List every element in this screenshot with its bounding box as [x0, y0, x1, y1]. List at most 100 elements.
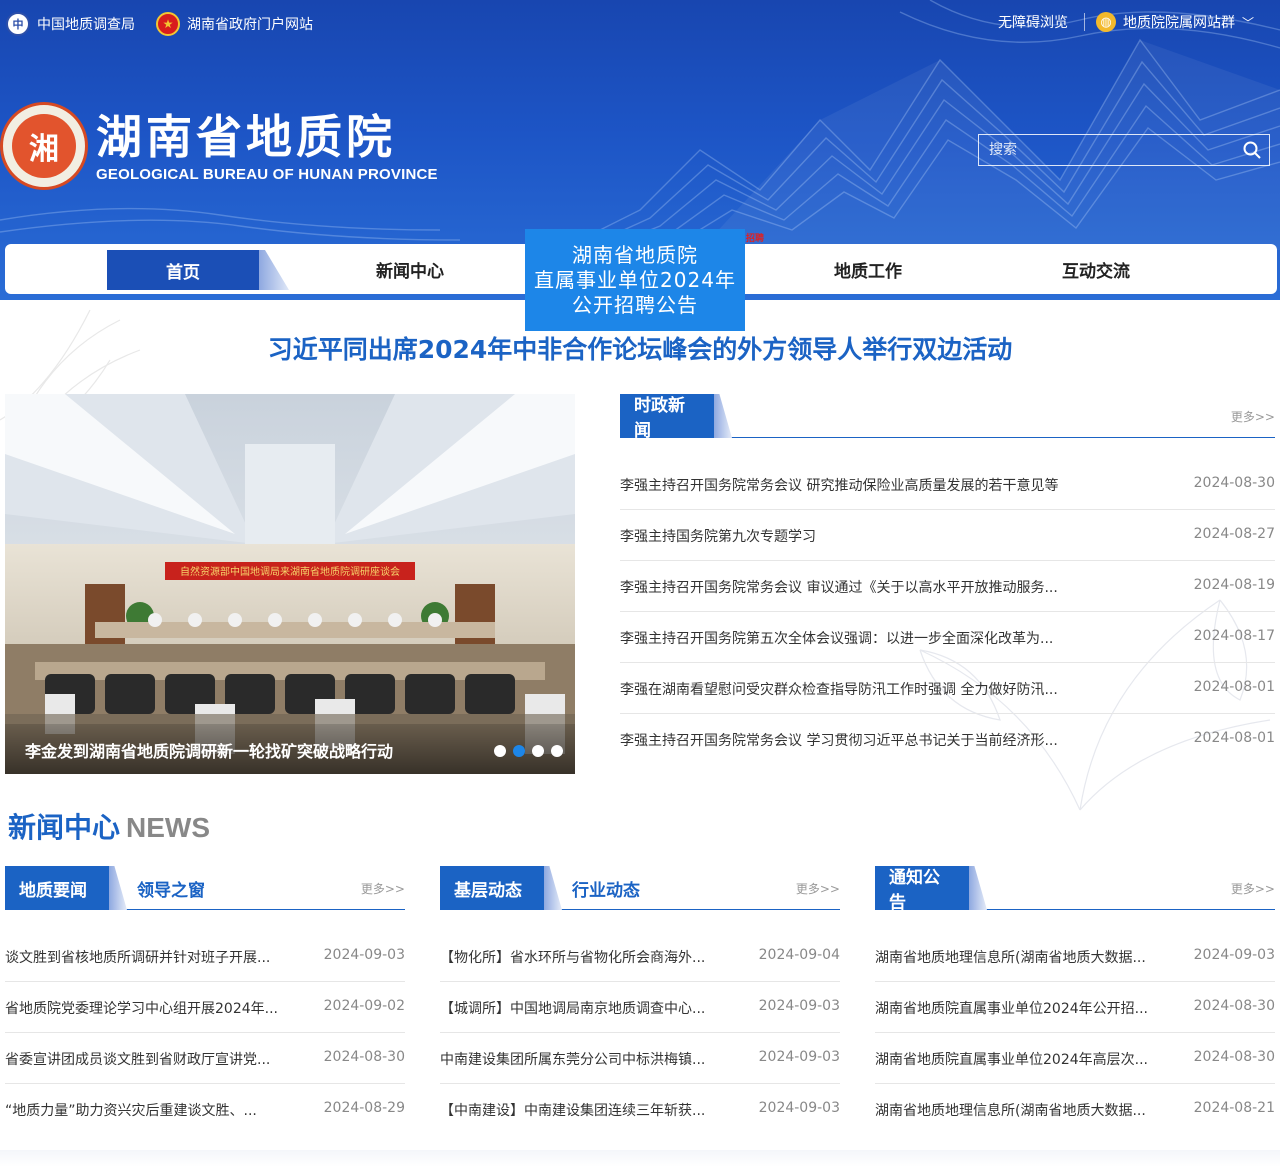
list-item[interactable]: 李强主持召开国务院常务会议 研究推动保险业高质量发展的若干意见等 2024-08… — [620, 459, 1275, 510]
top-headline[interactable]: 习近平同出席2024年中非合作论坛峰会的外方领导人举行双边活动 — [0, 330, 1280, 366]
grassroots-news-header: 基层动态 行业动态 更多>> — [440, 866, 840, 910]
notices-more-link[interactable]: 更多>> — [1231, 880, 1275, 897]
news-title: 【物化所】省水环所与省物化所会商海外... — [440, 950, 706, 966]
news-slideshow[interactable]: 自然资源部中国地调局来湖南省地质院调研座谈会 李金发到湖南省地质院调研新一轮找矿… — [5, 394, 575, 774]
national-emblem-icon: ★ — [156, 12, 180, 36]
top-bar: 中 中国地质调查局 ★ 湖南省政府门户网站 无障碍浏览 ◍ 地质院院属网站群 ﹀ — [0, 0, 1280, 46]
nav-active-slant — [259, 250, 289, 290]
list-item[interactable]: 湖南省地质院直属事业单位2024年高层次... 2024-08-30 — [875, 1033, 1275, 1084]
slide-dot-4[interactable] — [551, 745, 563, 757]
list-item[interactable]: 李强主持召开国务院常务会议 审议通过《关于以高水平开放推动服务... 2024-… — [620, 561, 1275, 612]
grassroots-news-more-link[interactable]: 更多>> — [796, 880, 840, 897]
news-title: 【城调所】中国地调局南京地质调查中心... — [440, 1001, 706, 1017]
tab-slant — [714, 394, 732, 438]
list-item[interactable]: “地质力量”助力资兴灾后重建谈文胜、... 2024-08-29 — [5, 1084, 405, 1135]
geology-news-header: 地质要闻 领导之窗 更多>> — [5, 866, 405, 910]
bureau-emblem-glyph: 湘 — [12, 114, 76, 178]
news-date: 2024-08-30 — [323, 1049, 405, 1065]
recruitment-popup[interactable]: 湖南省地质院 直属事业单位2024年 公开招聘公告 — [525, 229, 745, 331]
news-date: 2024-09-02 — [323, 998, 405, 1014]
list-item[interactable]: 李强在湖南看望慰问受灾群众检查指导防汛工作时强调 全力做好防汛... 2024-… — [620, 663, 1275, 714]
news-title: 湖南省地质院直属事业单位2024年公开招... — [875, 1001, 1148, 1017]
cgs-link-label: 中国地质调查局 — [37, 17, 135, 33]
news-title: 李强主持召开国务院常务会议 研究推动保险业高质量发展的若干意见等 — [620, 478, 1059, 494]
tab-grassroots-news[interactable]: 基层动态 — [440, 866, 544, 910]
search-button[interactable] — [1235, 135, 1269, 165]
notices-header: 通知公告 更多>> — [875, 866, 1275, 913]
tab-notices[interactable]: 通知公告 — [875, 866, 969, 913]
news-date: 2024-09-03 — [1193, 947, 1275, 963]
list-item[interactable]: 李强主持召开国务院常务会议 学习贯彻习近平总书记关于当前经济形... 2024-… — [620, 714, 1275, 765]
slide-dot-1[interactable] — [494, 745, 506, 757]
news-title: 湖南省地质院直属事业单位2024年高层次... — [875, 1052, 1148, 1068]
nav-home[interactable]: 首页 — [107, 250, 259, 290]
hunan-gov-link[interactable]: ★ 湖南省政府门户网站 — [156, 12, 313, 36]
list-item[interactable]: 【城调所】中国地调局南京地质调查中心... 2024-09-03 — [440, 982, 840, 1033]
list-item[interactable]: 李强主持召开国务院第五次全体会议强调：以进一步全面深化改革为... 2024-0… — [620, 612, 1275, 663]
list-item[interactable]: 【中南建设】中南建设集团连续三年斩获... 2024-09-03 — [440, 1084, 840, 1135]
news-date: 2024-08-19 — [1193, 577, 1275, 593]
news-date: 2024-08-30 — [1193, 475, 1275, 491]
recruitment-line-3: 公开招聘公告 — [572, 293, 698, 317]
site-group-dropdown[interactable]: ◍ 地质院院属网站群 ﹀ — [1096, 12, 1254, 32]
list-item[interactable]: 谈文胜到省核地质所调研并针对班子开展... 2024-09-03 — [5, 931, 405, 982]
news-date: 2024-09-03 — [323, 947, 405, 963]
slide-dots — [494, 745, 563, 757]
tab-geology-news[interactable]: 地质要闻 — [5, 866, 109, 910]
news-title: 谈文胜到省核地质所调研并针对班子开展... — [5, 950, 271, 966]
news-date: 2024-09-03 — [758, 1049, 840, 1065]
nav-interaction[interactable]: 互动交流 — [1021, 244, 1171, 294]
site-logo[interactable]: 湘 湖南省地质院 GEOLOGICAL BUREAU OF HUNAN PROV… — [0, 102, 438, 190]
news-date: 2024-08-27 — [1193, 526, 1275, 542]
accessibility-label: 无障碍浏览 — [998, 15, 1068, 31]
search-box — [978, 134, 1270, 166]
logo-english-name: GEOLOGICAL BUREAU OF HUNAN PROVINCE — [96, 165, 438, 183]
cgs-link[interactable]: 中 中国地质调查局 — [6, 12, 135, 36]
list-item[interactable]: 湖南省地质地理信息所(湖南省地质大数据... 2024-08-21 — [875, 1084, 1275, 1135]
news-date: 2024-09-04 — [758, 947, 840, 963]
news-title: 李强主持国务院第九次专题学习 — [620, 529, 816, 545]
tab-slant — [109, 866, 127, 910]
topbar-divider — [1084, 13, 1085, 31]
current-news-more-link[interactable]: 更多>> — [1231, 408, 1275, 425]
news-date: 2024-09-03 — [758, 1100, 840, 1116]
nav-news-center[interactable]: 新闻中心 — [335, 244, 485, 294]
news-date: 2024-08-30 — [1193, 998, 1275, 1014]
news-date: 2024-08-01 — [1193, 730, 1275, 746]
list-item[interactable]: 省委宣讲团成员谈文胜到省财政厅宣讲党... 2024-08-30 — [5, 1033, 405, 1084]
list-item[interactable]: 湖南省地质院直属事业单位2024年公开招... 2024-08-30 — [875, 982, 1275, 1033]
list-item[interactable]: 中南建设集团所属东莞分公司中标洪梅镇... 2024-09-03 — [440, 1033, 840, 1084]
recruitment-tag: 招聘 — [746, 234, 765, 244]
bureau-emblem-icon: 湘 — [0, 102, 88, 190]
geology-news-more-link[interactable]: 更多>> — [361, 880, 405, 897]
tab-industry-news[interactable]: 行业动态 — [572, 866, 640, 910]
tab-leaders-window[interactable]: 领导之窗 — [137, 866, 205, 910]
globe-icon: ◍ — [1096, 12, 1116, 32]
hunan-gov-link-label: 湖南省政府门户网站 — [187, 17, 313, 33]
recruitment-line-1: 湖南省地质院 — [572, 243, 698, 267]
tab-slant — [544, 866, 562, 910]
site-group-label: 地质院院属网站群 — [1123, 15, 1235, 31]
list-item[interactable]: 【物化所】省水环所与省物化所会商海外... 2024-09-04 — [440, 931, 840, 982]
news-date: 2024-08-21 — [1193, 1100, 1275, 1116]
list-item[interactable]: 李强主持国务院第九次专题学习 2024-08-27 — [620, 510, 1275, 561]
news-date: 2024-09-03 — [758, 998, 840, 1014]
search-icon — [1243, 141, 1261, 159]
list-item[interactable]: 湖南省地质地理信息所(湖南省地质大数据... 2024-09-03 — [875, 931, 1275, 982]
slide-caption: 李金发到湖南省地质院调研新一轮找矿突破战略行动 — [25, 742, 394, 761]
accessibility-link[interactable]: 无障碍浏览 — [998, 12, 1068, 32]
news-title: 省委宣讲团成员谈文胜到省财政厅宣讲党... — [5, 1052, 271, 1068]
news-title: “地质力量”助力资兴灾后重建谈文胜、... — [5, 1103, 257, 1119]
news-title: 李强主持召开国务院常务会议 学习贯彻习近平总书记关于当前经济形... — [620, 733, 1058, 749]
list-item[interactable]: 省地质院党委理论学习中心组开展2024年... 2024-09-02 — [5, 982, 405, 1033]
nav-geology-work[interactable]: 地质工作 — [793, 244, 943, 294]
meeting-room-photo: 自然资源部中国地调局来湖南省地质院调研座谈会 — [5, 394, 575, 774]
news-center-title-en: NEWS — [126, 812, 211, 843]
tab-current-news[interactable]: 时政新闻 — [620, 394, 714, 441]
news-title: 李强在湖南看望慰问受灾群众检查指导防汛工作时强调 全力做好防汛... — [620, 682, 1058, 698]
search-input[interactable] — [979, 135, 1235, 165]
slide-dot-3[interactable] — [532, 745, 544, 757]
news-date: 2024-08-30 — [1193, 1049, 1275, 1065]
cgs-emblem-icon: 中 — [6, 12, 30, 36]
slide-dot-2[interactable] — [513, 745, 525, 757]
